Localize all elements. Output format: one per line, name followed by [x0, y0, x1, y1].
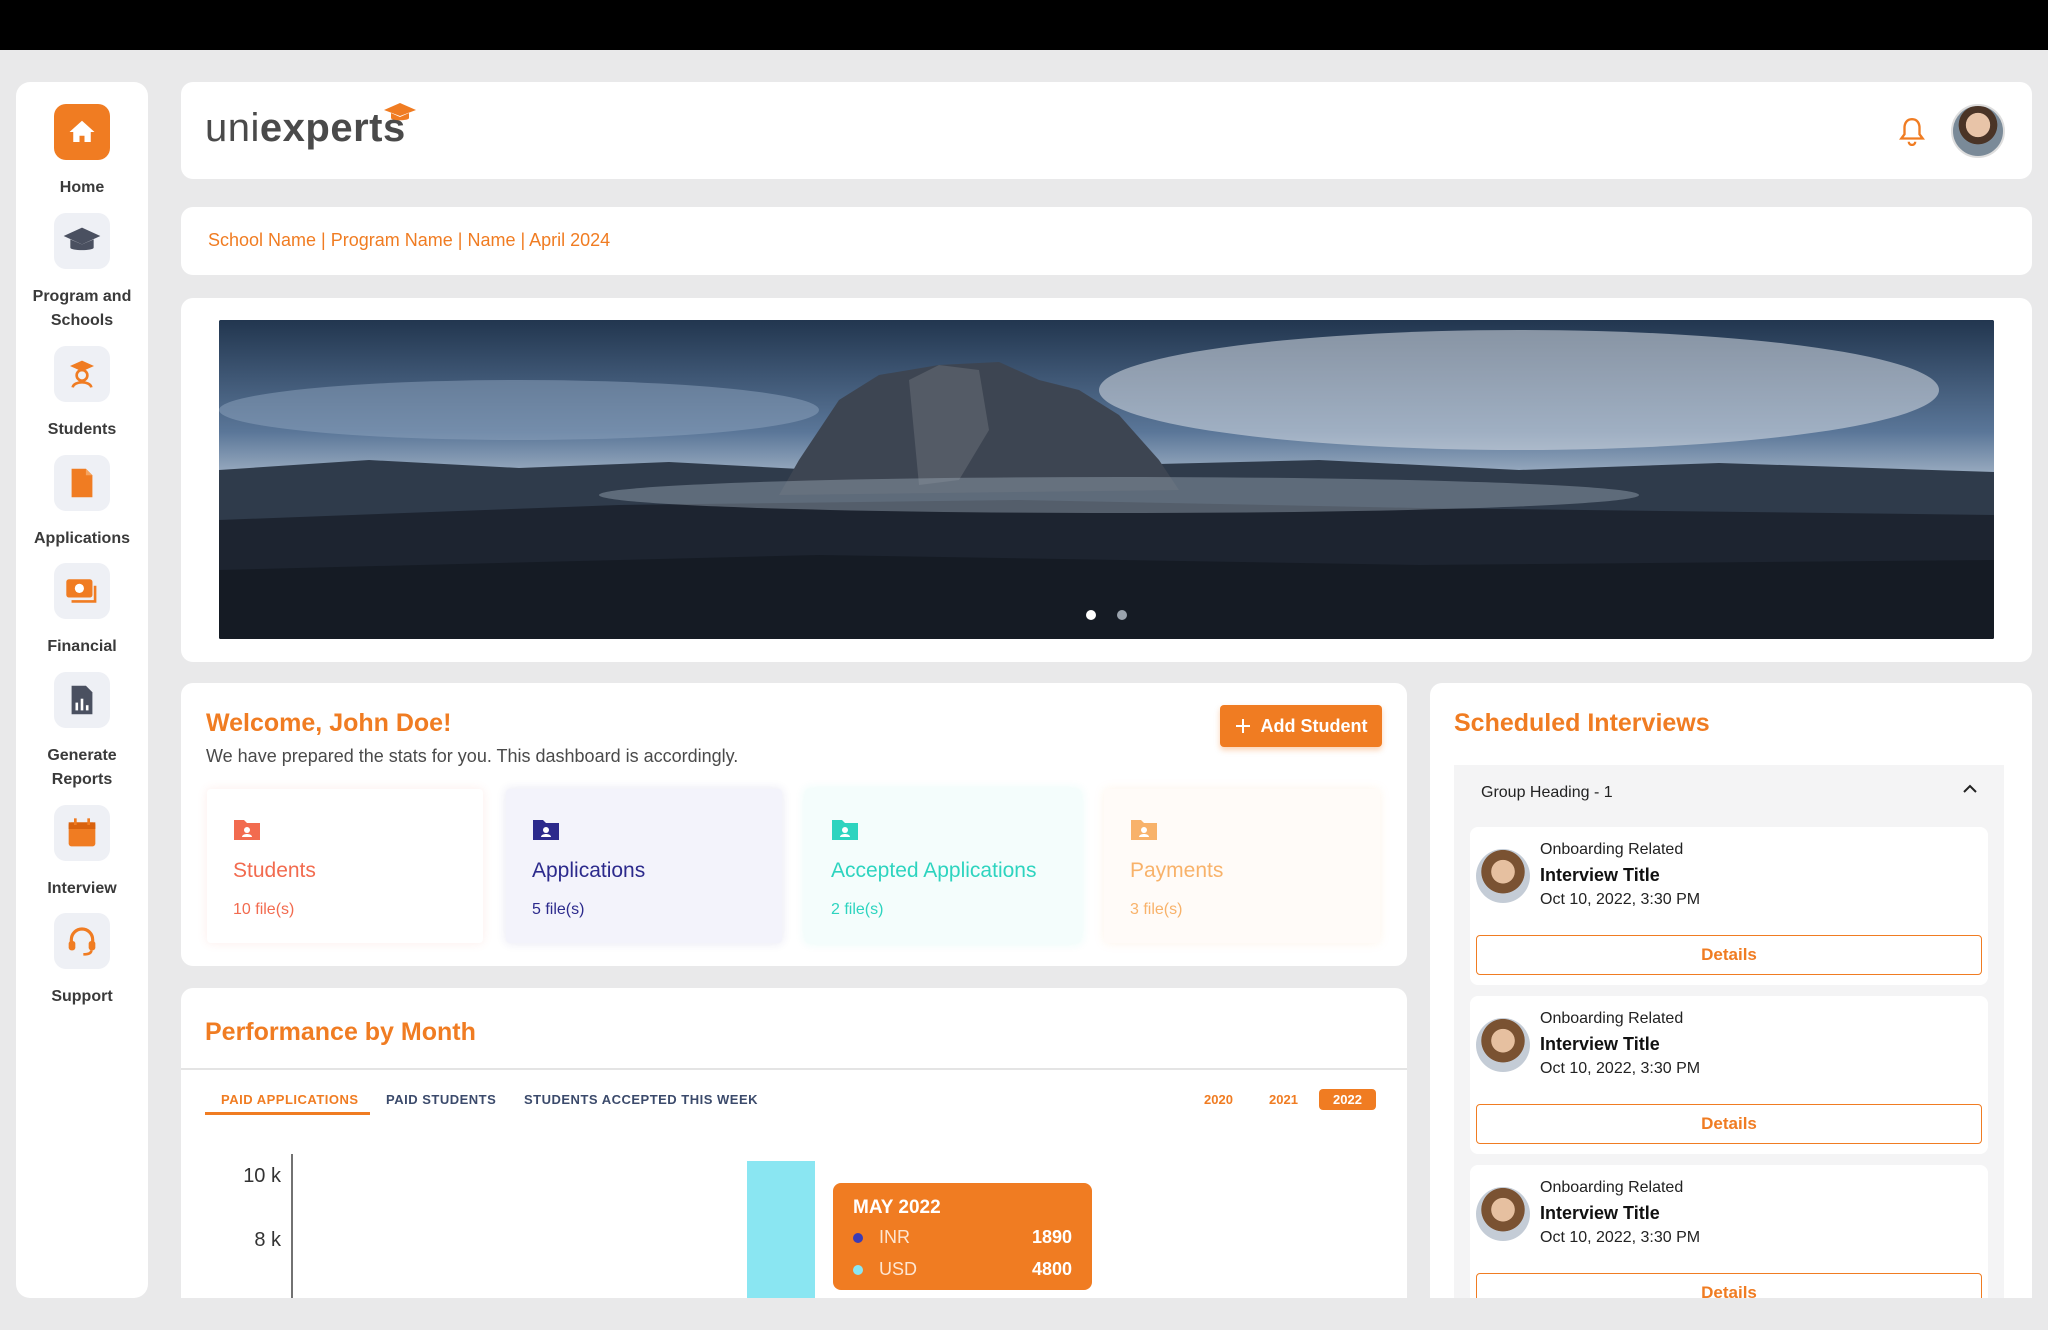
sidebar-item-label: Students	[47, 421, 117, 438]
chevron-up-icon[interactable]	[1962, 783, 1978, 795]
carousel-dot-active[interactable]	[1086, 610, 1096, 620]
banner-card	[181, 298, 2032, 662]
y-tick-label: 10 k	[243, 1165, 282, 1187]
sidebar-item-label: Home	[59, 179, 105, 196]
stat-card-applications[interactable]: Applications 5 file(s)	[506, 789, 782, 943]
interview-category: Onboarding Related	[1540, 841, 1684, 858]
interview-group: Group Heading - 1 Onboarding Related Int…	[1454, 765, 2004, 1298]
stat-title: Applications	[532, 859, 646, 882]
add-student-label: Add Student	[1260, 715, 1368, 736]
sidebar-item-label: Generate Reports	[47, 747, 117, 788]
stat-subtitle: 3 file(s)	[1130, 901, 1183, 918]
stat-title: Payments	[1130, 859, 1224, 882]
legend-dot-inr	[853, 1233, 863, 1243]
logo-cap-icon	[384, 103, 416, 121]
interview-category: Onboarding Related	[1540, 1179, 1684, 1196]
details-button[interactable]: Details	[1476, 1273, 1982, 1298]
group-heading[interactable]: Group Heading - 1	[1481, 784, 1613, 802]
sidebar-item-applications[interactable]: Applications	[16, 455, 148, 551]
stat-card-payments[interactable]: Payments 3 file(s)	[1104, 789, 1380, 943]
document-icon	[54, 455, 110, 511]
folder-user-icon	[533, 820, 559, 840]
sidebar-item-students[interactable]: Students	[16, 346, 148, 442]
interviewee-avatar	[1476, 849, 1530, 903]
interview-title: Interview Title	[1540, 1034, 1660, 1054]
sidebar-item-label: Program and Schools	[32, 288, 132, 329]
report-icon	[54, 672, 110, 728]
stat-card-students[interactable]: Students 10 file(s)	[207, 789, 483, 943]
interview-item: Onboarding Related Interview Title Oct 1…	[1470, 827, 1988, 985]
stat-title: Accepted Applications	[831, 859, 1037, 882]
sidebar-item-generate-reports[interactable]: Generate Reports	[16, 672, 148, 792]
sidebar-item-label: Interview	[47, 880, 117, 897]
interview-category: Onboarding Related	[1540, 1010, 1684, 1027]
interview-title: Interview Title	[1540, 1203, 1660, 1223]
breadcrumb[interactable]: School Name | Program Name | Name | Apri…	[208, 230, 610, 251]
interviews-title: Scheduled Interviews	[1454, 709, 1710, 737]
folder-user-icon	[832, 820, 858, 840]
sidebar-item-financial[interactable]: Financial	[16, 563, 148, 659]
sidebar-item-label: Applications	[33, 530, 130, 547]
interview-title: Interview Title	[1540, 865, 1660, 885]
logo-prefix: uni	[205, 106, 260, 150]
sidebar: Home Program and Schools Students Applic…	[16, 82, 148, 1298]
sidebar-item-support[interactable]: Support	[16, 913, 148, 1009]
notification-bell-icon[interactable]	[1898, 116, 1926, 151]
headset-icon	[54, 913, 110, 969]
plus-icon	[1235, 719, 1250, 733]
performance-card: Performance by Month PAID APPLICATIONS P…	[181, 988, 1407, 1298]
interview-item: Onboarding Related Interview Title Oct 1…	[1470, 1165, 1988, 1298]
tooltip-label: USD	[879, 1259, 918, 1279]
welcome-card: Welcome, John Doe! We have prepared the …	[181, 683, 1407, 966]
student-icon	[54, 346, 110, 402]
stat-title: Students	[233, 859, 316, 882]
brand-logo[interactable]: uni experts	[205, 103, 416, 151]
scheduled-interviews-card: Scheduled Interviews Group Heading - 1 O…	[1430, 683, 2032, 1298]
breadcrumb-bar: School Name | Program Name | Name | Apri…	[181, 207, 2032, 275]
details-button[interactable]: Details	[1476, 935, 1982, 975]
stat-card-accepted-applications[interactable]: Accepted Applications 2 file(s)	[805, 789, 1081, 943]
folder-user-icon	[1131, 820, 1157, 840]
interview-date: Oct 10, 2022, 3:30 PM	[1540, 1060, 1701, 1077]
mountain-landscape	[219, 320, 1994, 639]
sidebar-item-label: Financial	[47, 638, 117, 655]
user-avatar[interactable]	[1951, 104, 2005, 158]
stat-subtitle: 10 file(s)	[233, 901, 295, 918]
performance-chart: 10 k 8 k	[243, 1154, 815, 1298]
top-black-bar	[0, 0, 2048, 50]
stat-subtitle: 5 file(s)	[532, 901, 585, 918]
folder-user-icon	[234, 820, 260, 840]
sidebar-item-program-and-schools[interactable]: Program and Schools	[16, 213, 148, 333]
calendar-icon	[54, 805, 110, 861]
interview-date: Oct 10, 2022, 3:30 PM	[1540, 891, 1701, 908]
performance-title: Performance by Month	[205, 1018, 476, 1046]
interview-item: Onboarding Related Interview Title Oct 1…	[1470, 996, 1988, 1154]
sidebar-item-label: Support	[51, 988, 113, 1005]
add-student-button[interactable]: Add Student	[1220, 705, 1382, 747]
tooltip-title: MAY 2022	[853, 1197, 941, 1218]
legend-dot-usd	[853, 1265, 863, 1275]
divider	[181, 1068, 1407, 1070]
tooltip-value: 1890	[1031, 1227, 1072, 1247]
sidebar-item-home[interactable]: Home	[16, 104, 148, 200]
interview-date: Oct 10, 2022, 3:30 PM	[1540, 1229, 1701, 1246]
banner-image	[219, 320, 1994, 639]
interviewee-avatar	[1476, 1187, 1530, 1241]
details-button[interactable]: Details	[1476, 1104, 1982, 1144]
tooltip-label: INR	[879, 1227, 910, 1247]
stat-subtitle: 2 file(s)	[831, 901, 884, 918]
tooltip-value: 4800	[1031, 1259, 1072, 1279]
welcome-subtitle: We have prepared the stats for you. This…	[206, 746, 739, 766]
y-tick-label: 8 k	[254, 1229, 282, 1251]
home-icon	[54, 104, 110, 160]
header-bar: uni experts	[181, 82, 2032, 179]
graduation-cap-icon	[54, 213, 110, 269]
interviewee-avatar	[1476, 1018, 1530, 1072]
sidebar-item-interview[interactable]: Interview	[16, 805, 148, 901]
welcome-title: Welcome, John Doe!	[206, 709, 452, 737]
chart-tooltip: MAY 2022 INR 1890 USD 4800	[833, 1183, 1092, 1290]
money-icon	[54, 563, 110, 619]
bar-usd[interactable]	[747, 1161, 815, 1298]
carousel-dot[interactable]	[1117, 610, 1127, 620]
